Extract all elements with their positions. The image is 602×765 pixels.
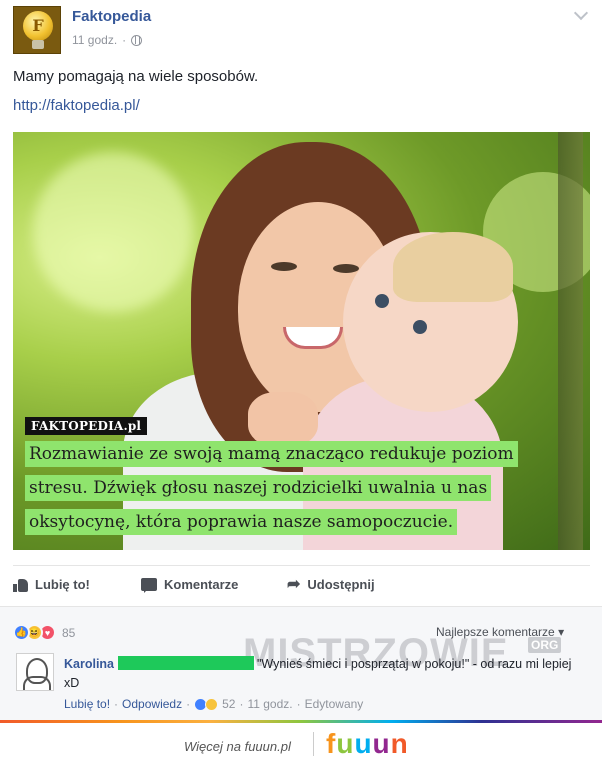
caption-text: Rozmawianie ze swoją mamą znacząco reduk… bbox=[25, 441, 518, 535]
thumbs-up-icon bbox=[13, 578, 28, 592]
post-text: Mamy pomagają na wiele sposobów. bbox=[13, 68, 259, 85]
like-reaction-icon: 👍 bbox=[13, 624, 30, 641]
commenter-avatar[interactable] bbox=[16, 653, 54, 691]
divider bbox=[13, 565, 590, 566]
share-button[interactable]: ➦ Udostępnij bbox=[287, 575, 375, 593]
redacted-surname bbox=[117, 656, 254, 670]
caret-down-icon: ▾ bbox=[558, 625, 565, 639]
reaction-count: 85 bbox=[62, 625, 76, 640]
post-image[interactable]: FAKTOPEDIA.pl Rozmawianie ze swoją mamą … bbox=[13, 132, 590, 550]
avatar-letter: F bbox=[32, 16, 44, 35]
comment-meta: Lubię to! · Odpowiedz · 52 · 11 godz. · … bbox=[64, 697, 364, 711]
comment-reaction-count[interactable]: 52 bbox=[222, 697, 235, 711]
meta-separator: · bbox=[122, 33, 127, 47]
facebook-post: F Faktopedia 11 godz. · Mamy pomagają na… bbox=[0, 0, 602, 720]
chevron-down-icon[interactable] bbox=[573, 5, 589, 21]
post-time[interactable]: 11 godz. bbox=[72, 33, 117, 47]
reactions-summary[interactable]: 👍 😆 ♥ 85 bbox=[13, 624, 75, 641]
more-link[interactable]: Więcej na fuuun.pl bbox=[184, 739, 291, 754]
share-label: Udostępnij bbox=[307, 577, 375, 592]
comment-reply-link[interactable]: Odpowiedz bbox=[122, 697, 182, 711]
comment-button[interactable]: Komentarze bbox=[141, 577, 239, 593]
haha-reaction-icon bbox=[205, 697, 219, 711]
share-arrow-icon: ➦ bbox=[287, 575, 301, 593]
post-link[interactable]: http://faktopedia.pl/ bbox=[13, 97, 140, 114]
rainbow-stripe bbox=[0, 720, 602, 723]
page-avatar[interactable]: F bbox=[13, 6, 61, 54]
faktopedia-logo: FAKTOPEDIA.pl bbox=[25, 417, 148, 435]
reactions-and-comments: MISTRZOWIE ORG 👍 😆 ♥ 85 Najlepsze koment… bbox=[0, 606, 602, 720]
like-button[interactable]: Lubię to! bbox=[13, 577, 90, 592]
comment-edited[interactable]: Edytowany bbox=[305, 697, 364, 711]
site-footer: Więcej na fuuun.pl fuuun bbox=[0, 720, 602, 765]
post-meta: 11 godz. · bbox=[72, 33, 143, 47]
comment-label: Komentarze bbox=[164, 577, 239, 592]
globe-icon bbox=[131, 34, 143, 46]
comment-like-link[interactable]: Lubię to! bbox=[64, 697, 110, 711]
fuuun-logo[interactable]: fuuun bbox=[326, 728, 409, 760]
comment-time[interactable]: 11 godz. bbox=[247, 697, 292, 711]
comment-sort-dropdown[interactable]: Najlepsze komentarze ▾ bbox=[436, 625, 564, 639]
comment-body: Karolina "Wynieś śmieci i posprzątaj w p… bbox=[64, 655, 574, 693]
like-label: Lubię to! bbox=[35, 577, 90, 592]
sort-label: Najlepsze komentarze bbox=[436, 625, 555, 639]
watermark-suffix: ORG bbox=[528, 637, 562, 653]
comment-author[interactable]: Karolina bbox=[64, 657, 114, 671]
comment-icon bbox=[141, 578, 157, 593]
page-name[interactable]: Faktopedia bbox=[72, 8, 151, 25]
image-caption: Rozmawianie ze swoją mamą znacząco reduk… bbox=[25, 437, 575, 539]
footer-separator bbox=[313, 732, 314, 756]
